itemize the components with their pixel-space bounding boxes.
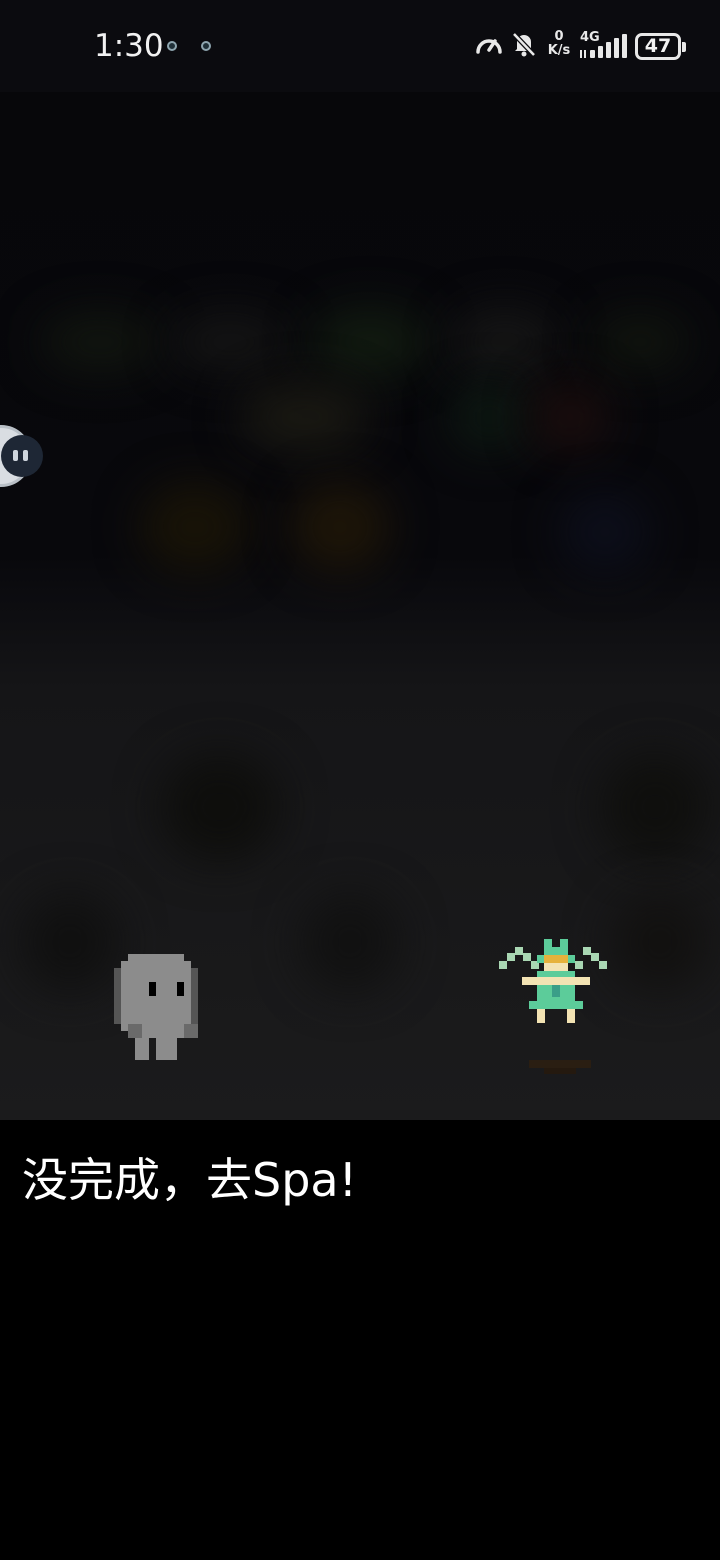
network-speed-unit: K/s — [547, 43, 571, 58]
app-notification-dot-icon — [167, 41, 177, 51]
background-blur — [20, 892, 120, 992]
assistant-face-icon — [1, 435, 43, 477]
background-blur — [240, 382, 370, 452]
background-blur — [290, 482, 390, 572]
battery-level: 47 — [644, 35, 672, 57]
fairy-npc-sprite — [499, 939, 615, 1084]
game-view[interactable] — [0, 92, 720, 1120]
app-notification-dot-icon — [201, 41, 211, 51]
background-blur — [310, 307, 430, 377]
game-screen: 1:30 0 K/s 4G 47 没完成，去Spa! — [0, 0, 720, 1560]
background-blur — [40, 312, 160, 372]
background-blur — [530, 382, 610, 452]
speed-gauge-icon — [476, 39, 502, 54]
bell-muted-icon — [512, 32, 536, 57]
dialog-text: 没完成，去Spa! — [22, 1153, 358, 1207]
background-blur — [300, 892, 400, 992]
status-bar: 1:30 0 K/s 4G 47 — [0, 0, 720, 92]
background-blur — [160, 752, 280, 862]
background-blur — [450, 382, 530, 452]
floating-assistant-button[interactable] — [0, 425, 43, 487]
background-blur — [610, 892, 710, 992]
status-time: 1:30 — [94, 28, 164, 64]
background-blur — [170, 312, 290, 372]
background-blur — [590, 312, 690, 372]
player-ghost-sprite — [114, 954, 198, 1060]
background-blur — [140, 482, 250, 572]
dialog-box[interactable]: 没完成，去Spa! — [0, 1120, 720, 1560]
network-speed-value: 0 — [554, 29, 564, 44]
battery-icon: 47 — [635, 33, 686, 60]
network-speed: 0 K/s — [545, 30, 573, 58]
background-blur — [450, 307, 560, 377]
background-blur — [600, 752, 710, 862]
background-blur — [560, 492, 650, 572]
signal-bars-icon — [580, 34, 627, 58]
